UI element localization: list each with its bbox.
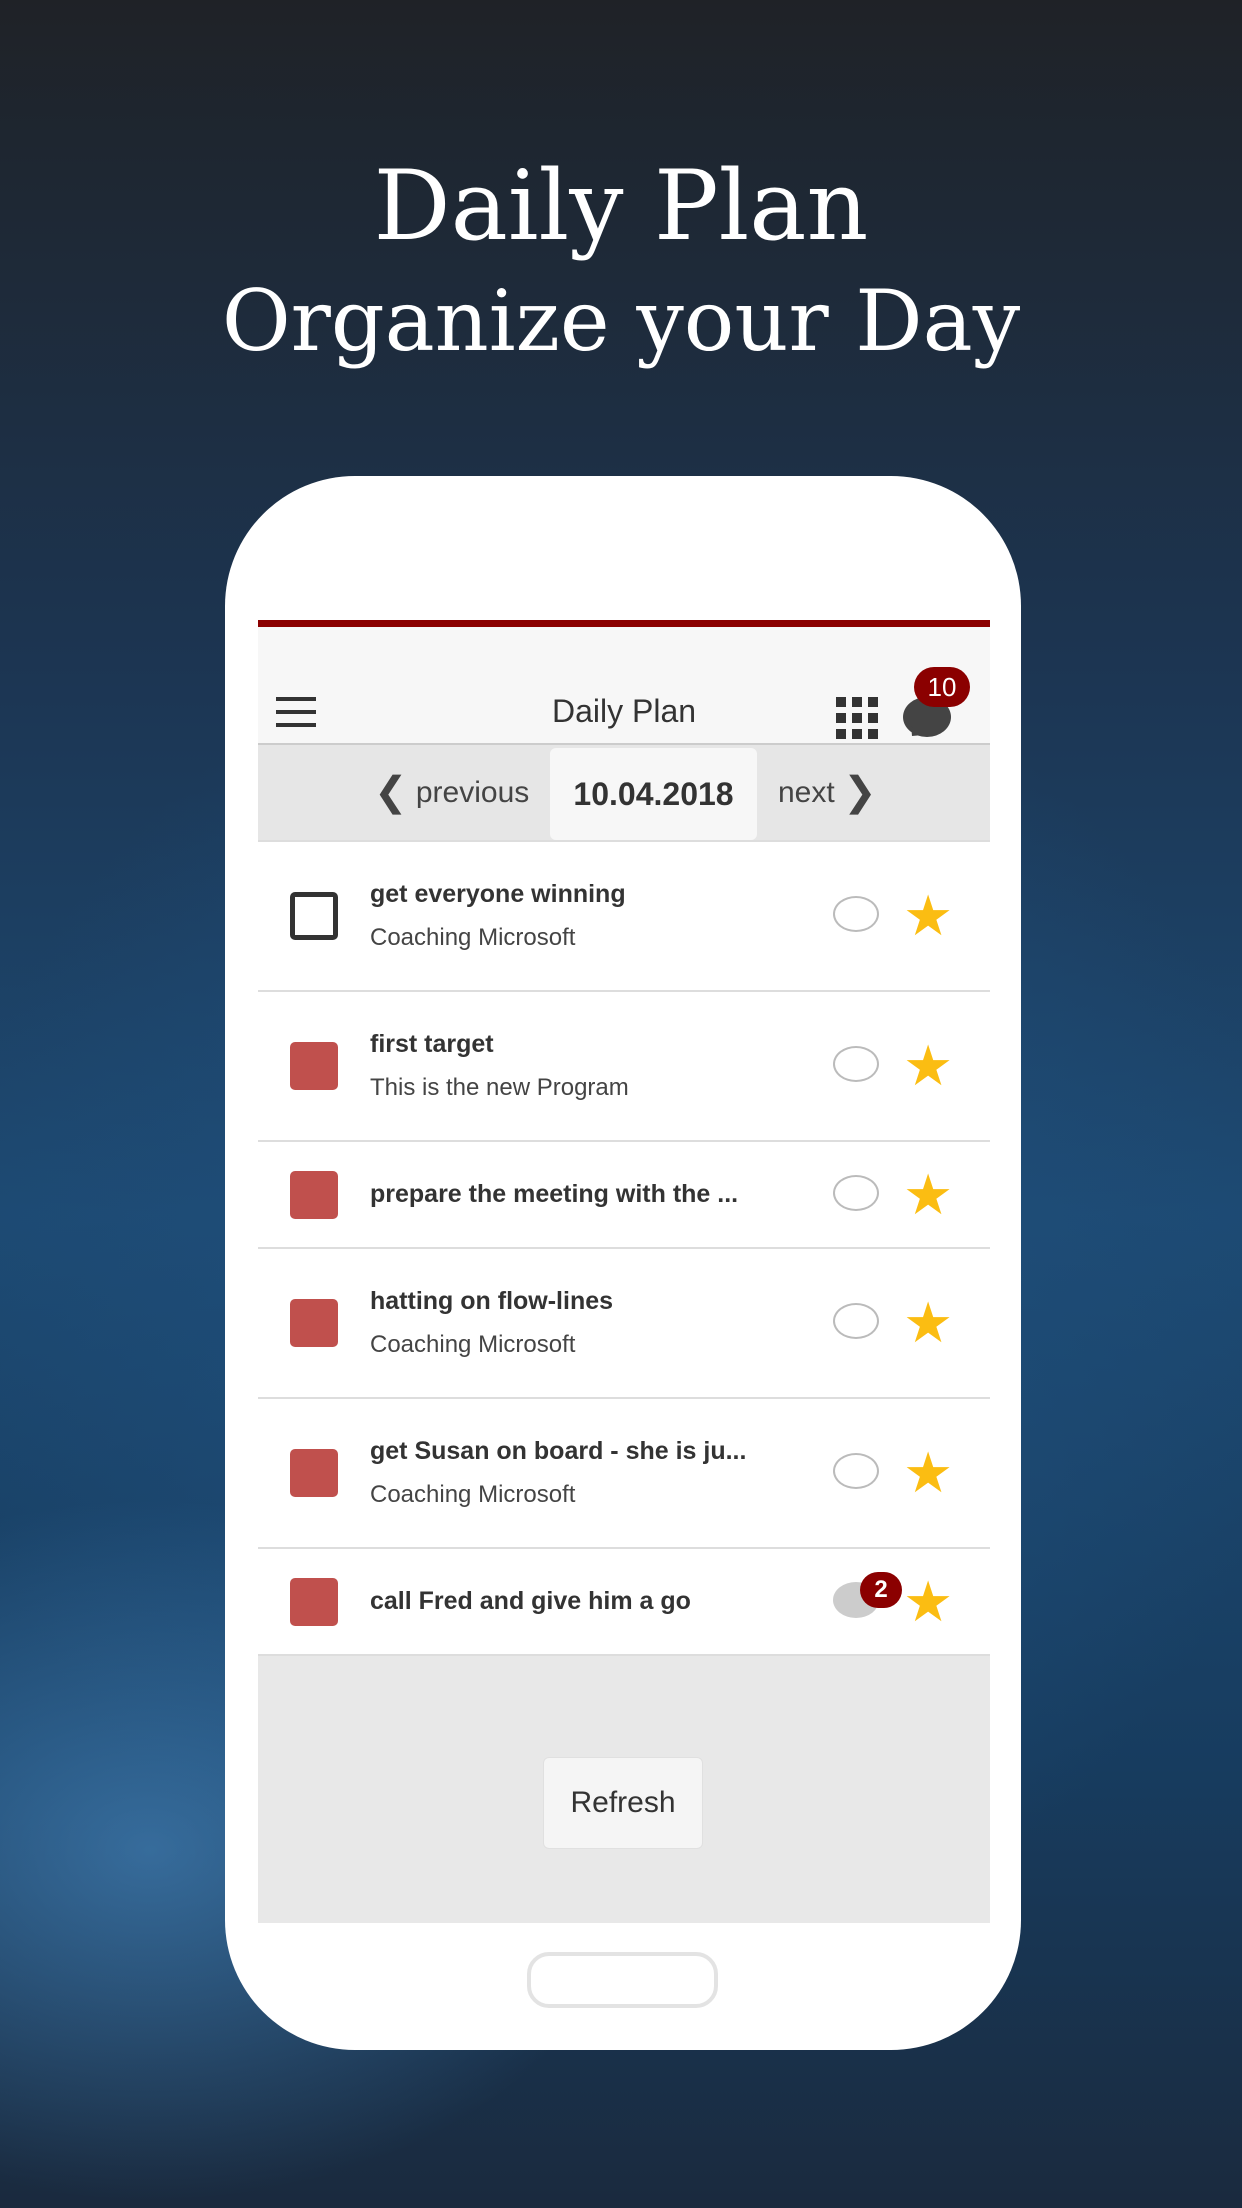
next-label: next — [778, 776, 835, 809]
task-title: call Fred and give him a go — [370, 1587, 691, 1615]
task-row[interactable]: first target This is the new Program ★ — [258, 992, 990, 1142]
task-title: prepare the meeting with the ... — [370, 1180, 739, 1208]
task-checkbox[interactable] — [290, 1042, 338, 1090]
task-checkbox[interactable] — [290, 1577, 338, 1626]
task-title: first target — [370, 1030, 494, 1058]
chevron-left-icon: ❮ — [374, 770, 408, 814]
task-title: get Susan on board - she is ju... — [370, 1437, 747, 1465]
task-title: hatting on flow-lines — [370, 1287, 614, 1315]
phone-home-button — [527, 1952, 718, 2008]
apps-grid-icon[interactable] — [836, 697, 878, 739]
star-icon[interactable]: ★ — [903, 1164, 953, 1225]
hero-subtitle: Organize your Day — [221, 272, 1021, 370]
app-screen: Daily Plan 10 ❮ previous 10.04.2018 next… — [258, 620, 990, 1923]
star-icon[interactable]: ★ — [903, 1443, 953, 1503]
task-checkbox[interactable] — [290, 892, 338, 940]
comment-icon[interactable] — [833, 1046, 879, 1082]
task-subtitle: Coaching Microsoft — [370, 1481, 576, 1508]
star-icon[interactable]: ★ — [903, 1571, 953, 1632]
comment-icon[interactable] — [833, 1303, 879, 1339]
task-row[interactable]: call Fred and give him a go 2 ★ — [258, 1549, 990, 1656]
refresh-button[interactable]: Refresh — [543, 1757, 703, 1849]
task-row[interactable]: get Susan on board - she is ju... Coachi… — [258, 1399, 990, 1549]
hero-title: Daily Plan — [373, 150, 869, 262]
task-row[interactable]: get everyone winning Coaching Microsoft … — [258, 842, 990, 992]
task-row[interactable]: hatting on flow-lines Coaching Microsoft… — [258, 1249, 990, 1399]
comment-icon[interactable] — [833, 1453, 879, 1489]
star-icon[interactable]: ★ — [903, 1036, 953, 1096]
date-navigation: ❮ previous 10.04.2018 next ❯ — [258, 745, 990, 842]
task-row[interactable]: prepare the meeting with the ... ★ — [258, 1142, 990, 1249]
app-header: Daily Plan 10 — [258, 627, 990, 745]
star-icon[interactable]: ★ — [903, 1293, 953, 1353]
task-subtitle: Coaching Microsoft — [370, 924, 576, 951]
next-button[interactable]: next ❯ — [778, 769, 877, 815]
previous-label: previous — [415, 776, 530, 809]
comment-icon[interactable] — [833, 896, 879, 932]
comment-icon[interactable] — [833, 1174, 879, 1211]
task-subtitle: Coaching Microsoft — [370, 1331, 576, 1358]
star-icon[interactable]: ★ — [903, 886, 953, 946]
task-checkbox[interactable] — [290, 1449, 338, 1497]
task-checkbox[interactable] — [290, 1170, 338, 1219]
comment-count-badge: 2 — [860, 1571, 902, 1608]
page-title: Daily Plan — [551, 693, 697, 729]
accent-bar — [258, 620, 990, 627]
task-checkbox[interactable] — [290, 1299, 338, 1347]
chevron-right-icon: ❯ — [843, 770, 877, 814]
task-subtitle: This is the new Program — [370, 1074, 629, 1101]
current-date[interactable]: 10.04.2018 — [550, 748, 757, 840]
notification-badge: 10 — [914, 667, 970, 707]
previous-button[interactable]: ❮ previous — [374, 769, 529, 815]
task-title: get everyone winning — [370, 880, 626, 908]
